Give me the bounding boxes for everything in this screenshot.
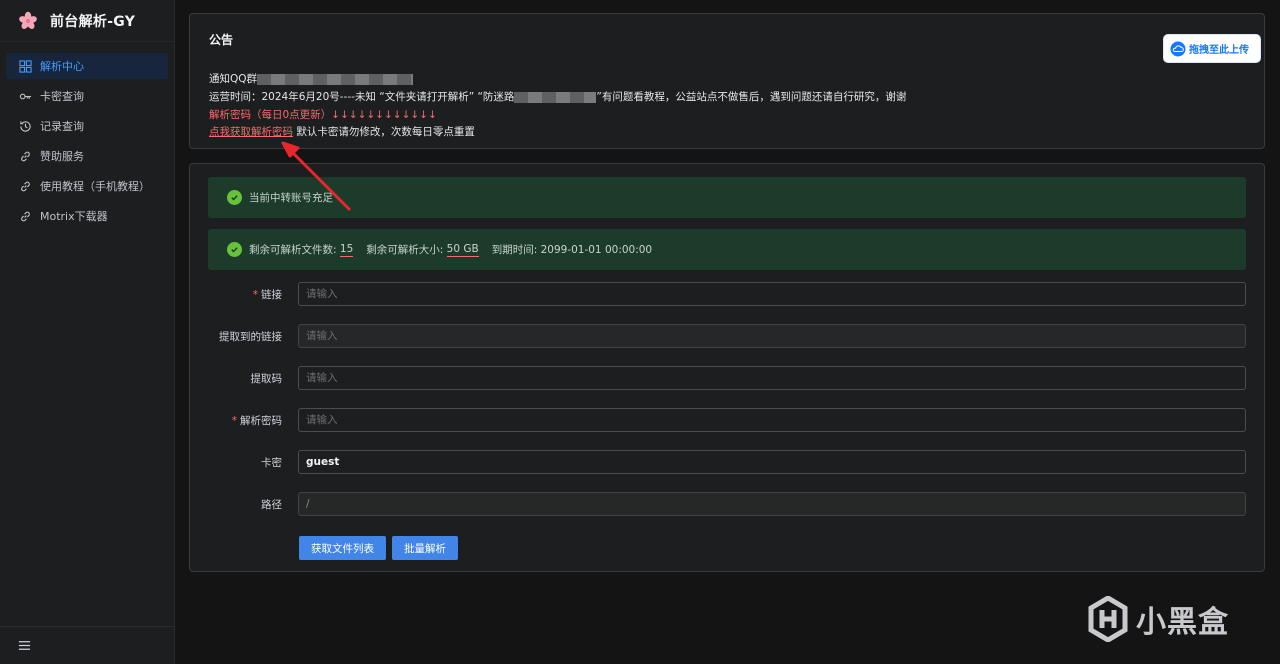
app-title: 前台解析-GY	[50, 13, 136, 30]
expire-value: 2099-01-01 00:00:00	[540, 243, 653, 256]
redacted-block	[257, 73, 414, 85]
form-row-link: * 链接	[190, 282, 1266, 306]
sidebar-item-label: Motrix下载器	[40, 210, 108, 223]
sidebar-item-label: 卡密查询	[40, 90, 84, 103]
link-icon	[18, 179, 32, 193]
parse-card: 当前中转账号充足 剩余可解析文件数: 15 剩余可解析大小: 50 GB 到期时…	[189, 163, 1265, 572]
sidebar-nav: 解析中心 卡密查询 记录查询 赞助服务 使用教程（手机教程） Motrix下载器	[0, 42, 174, 229]
parse-password-label: * 解析密码	[231, 415, 282, 427]
card-key-label: 卡密	[261, 457, 282, 469]
link-icon	[18, 149, 32, 163]
size-value: 50 GB	[446, 242, 479, 257]
sidebar-item-tutorial[interactable]: 使用教程（手机教程）	[6, 173, 168, 199]
sidebar-item-label: 解析中心	[40, 60, 84, 73]
announcement-reset-text: 默认卡密请勿修改，次数每日零点重置	[296, 126, 475, 138]
sidebar-item-label: 记录查询	[40, 120, 84, 133]
hamburger-icon	[18, 641, 31, 650]
sidebar-item-label: 赞助服务	[40, 150, 84, 163]
watermark-text: 小黑盒	[1136, 605, 1229, 640]
size-label: 剩余可解析大小:	[366, 244, 444, 256]
path-label: 路径	[261, 499, 282, 511]
account-status-alert: 当前中转账号充足	[208, 177, 1246, 218]
extracted-link-label: 提取到的链接	[219, 331, 282, 343]
files-value: 15	[339, 242, 354, 257]
sidebar-item-record-query[interactable]: 记录查询	[6, 113, 168, 139]
upload-button-label: 拖拽至此上传	[1189, 45, 1249, 56]
get-password-link[interactable]: 点我获取解析密码	[209, 126, 293, 138]
files-label: 剩余可解析文件数:	[249, 244, 337, 256]
announcement-title: 公告	[209, 33, 234, 47]
batch-parse-button[interactable]: 批量解析	[392, 536, 458, 560]
sidebar-item-motrix[interactable]: Motrix下载器	[6, 203, 168, 229]
check-circle-icon	[227, 190, 242, 205]
quota-alert: 剩余可解析文件数: 15 剩余可解析大小: 50 GB 到期时间: 2099-0…	[208, 229, 1246, 270]
redacted-block	[514, 91, 597, 103]
sidebar-collapse-button[interactable]	[0, 626, 174, 664]
form-row-path: 路径	[190, 492, 1266, 516]
announcement-line-hours: 运营时间：2024年6月20号----未知 “文件夹请打开解析” “防迷路 ”有问…	[209, 89, 906, 104]
upload-button[interactable]: 拖拽至此上传	[1163, 34, 1261, 63]
announcement-hours-text: 运营时间：2024年6月20号----未知 “文件夹请打开解析” “防迷路	[209, 91, 515, 103]
grid-icon	[18, 59, 32, 73]
sidebar-item-label: 使用教程（手机教程）	[40, 180, 150, 193]
sidebar-item-sponsor[interactable]: 赞助服务	[6, 143, 168, 169]
expire-label: 到期时间:	[491, 244, 538, 256]
brand[interactable]: 前台解析-GY	[0, 0, 174, 42]
card-key-input[interactable]	[298, 450, 1246, 474]
announcement-qq-text: 通知QQ群	[209, 73, 258, 85]
form-row-extracted: 提取到的链接	[190, 324, 1266, 348]
announcement-line-password: 解析密码（每日0点更新）↓↓↓↓↓↓↓↓↓↓↓↓	[209, 109, 437, 121]
announcement-card: 公告 拖拽至此上传 通知QQ群 运营时间：2024年6月20号----未知 “文…	[189, 13, 1265, 149]
account-status-text: 当前中转账号充足	[249, 192, 333, 204]
get-file-list-button[interactable]: 获取文件列表	[299, 536, 386, 560]
xiaoheihe-logo-icon	[1088, 596, 1128, 642]
sidebar-item-parse-center[interactable]: 解析中心	[6, 53, 168, 79]
announcement-line-qq: 通知QQ群	[209, 71, 414, 86]
path-input[interactable]	[298, 492, 1246, 516]
history-icon	[18, 119, 32, 133]
link-label: * 链接	[252, 289, 282, 301]
announcement-hours-text-2: ”有问题看教程，公益站点不做售后，遇到问题还请自行研究，谢谢	[596, 91, 907, 103]
sidebar: 前台解析-GY 解析中心 卡密查询 记录查询 赞助服务 使用教程（手机教程） M…	[0, 0, 175, 664]
sidebar-item-card-query[interactable]: 卡密查询	[6, 83, 168, 109]
extract-code-label: 提取码	[250, 373, 283, 385]
link-icon	[18, 209, 32, 223]
form-row-card: 卡密	[190, 450, 1266, 474]
check-circle-icon	[227, 242, 242, 257]
form-row-code: 提取码	[190, 366, 1266, 390]
xiaoheihe-watermark: 小黑盒	[1088, 596, 1229, 642]
key-icon	[18, 89, 32, 103]
link-input[interactable]	[298, 282, 1246, 306]
form-row-password: * 解析密码	[190, 408, 1266, 432]
sakura-logo-icon	[19, 11, 37, 29]
extracted-link-input[interactable]	[298, 324, 1246, 348]
announcement-line-get-password: 点我获取解析密码 默认卡密请勿修改，次数每日零点重置	[209, 124, 475, 139]
parse-password-input[interactable]	[298, 408, 1246, 432]
cloud-upload-icon	[1170, 41, 1186, 56]
extract-code-input[interactable]	[298, 366, 1246, 390]
